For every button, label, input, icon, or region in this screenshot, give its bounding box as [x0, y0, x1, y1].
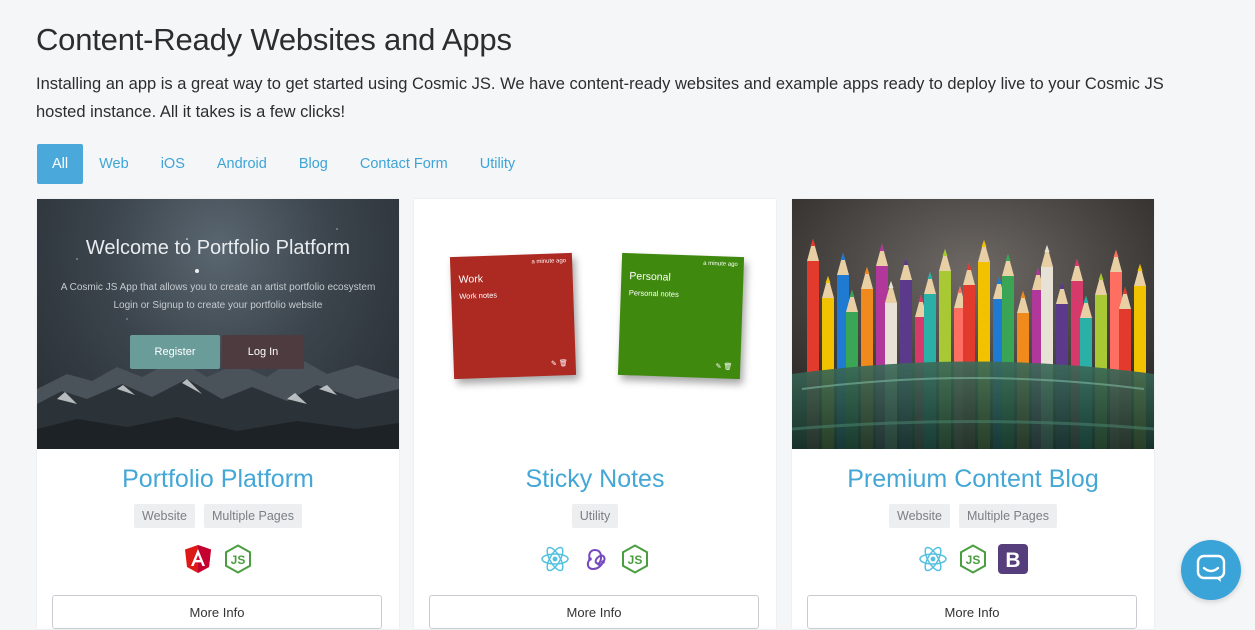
tag-utility: Utility: [571, 504, 619, 528]
tag-list: Website Multiple Pages: [37, 504, 399, 528]
edit-delete-icons: ✎ 🗑: [715, 363, 733, 371]
tab-blog[interactable]: Blog: [283, 144, 344, 184]
tab-all[interactable]: All: [37, 144, 84, 184]
tech-icons: JS: [414, 544, 776, 574]
portfolio-preview-image[interactable]: Welcome to Portfolio Platform A Cosmic J…: [37, 199, 399, 449]
sticky-notes-preview-image[interactable]: a minute ago Work Work notes ✎ 🗑 a minut…: [414, 199, 776, 449]
card-title[interactable]: Portfolio Platform: [37, 465, 399, 494]
filter-tabs: All Web iOS Android Blog Contact Form Ut…: [37, 144, 531, 184]
card-title[interactable]: Sticky Notes: [414, 465, 776, 494]
note-title: Work: [458, 273, 484, 286]
react-icon: [918, 544, 948, 574]
redux-icon: [580, 544, 610, 574]
tab-utility[interactable]: Utility: [464, 144, 531, 184]
more-info-button[interactable]: More Info: [807, 595, 1137, 629]
svg-text:JS: JS: [966, 553, 981, 567]
app-card-premium-content-blog: Premium Content Blog Website Multiple Pa…: [792, 199, 1154, 629]
svg-text:B: B: [1005, 549, 1020, 572]
preview-note-personal: a minute ago Personal Personal notes ✎ 🗑: [617, 252, 745, 380]
tag-list: Website Multiple Pages: [792, 504, 1154, 528]
tab-android[interactable]: Android: [201, 144, 283, 184]
blog-preview-image[interactable]: [792, 199, 1154, 449]
note-body: Work notes: [459, 290, 498, 301]
note-title: Personal: [629, 270, 671, 284]
preview-note-work: a minute ago Work Work notes ✎ 🗑: [449, 252, 577, 380]
colored-pencils-photo: [792, 199, 1154, 449]
tab-contact-form[interactable]: Contact Form: [344, 144, 464, 184]
more-info-button[interactable]: More Info: [52, 595, 382, 629]
app-card-portfolio-platform: Welcome to Portfolio Platform A Cosmic J…: [37, 199, 399, 629]
edit-delete-icons: ✎ 🗑: [550, 360, 568, 368]
preview-register-button: Register: [130, 335, 220, 369]
chat-icon: [1196, 554, 1226, 587]
nodejs-icon: JS: [620, 544, 650, 574]
react-icon: [540, 544, 570, 574]
page-title: Content-Ready Websites and Apps: [36, 22, 512, 57]
tab-ios[interactable]: iOS: [145, 144, 201, 184]
svg-text:JS: JS: [231, 553, 246, 567]
preview-subline-1: A Cosmic JS App that allows you to creat…: [60, 282, 376, 293]
nodejs-icon: JS: [958, 544, 988, 574]
page-description: Installing an app is a great way to get …: [36, 75, 1164, 121]
preview-subline-2: Login or Signup to create your portfolio…: [113, 300, 323, 311]
note-time: a minute ago: [531, 258, 567, 266]
tag-multiple-pages: Multiple Pages: [203, 504, 302, 528]
tech-icons: JS B: [792, 544, 1154, 574]
preview-heading: Welcome to Portfolio Platform: [85, 237, 351, 259]
preview-login-button: Log In: [222, 335, 304, 369]
tab-web[interactable]: Web: [83, 144, 145, 184]
card-title[interactable]: Premium Content Blog: [792, 465, 1154, 494]
more-info-button[interactable]: More Info: [429, 595, 759, 629]
app-card-sticky-notes: a minute ago Work Work notes ✎ 🗑 a minut…: [414, 199, 776, 629]
tag-multiple-pages: Multiple Pages: [958, 504, 1057, 528]
chat-launcher-button[interactable]: [1181, 540, 1241, 600]
note-time: a minute ago: [703, 260, 738, 268]
angular-icon: [183, 544, 213, 574]
tag-website: Website: [134, 504, 195, 528]
bootstrap-icon: B: [998, 544, 1028, 574]
note-body: Personal notes: [628, 288, 679, 299]
tag-website: Website: [889, 504, 950, 528]
svg-text:JS: JS: [628, 553, 643, 567]
tech-icons: JS: [37, 544, 399, 574]
preview-subline: A Cosmic JS App that allows you to creat…: [37, 279, 399, 315]
tag-list: Utility: [414, 504, 776, 528]
nodejs-icon: JS: [223, 544, 253, 574]
